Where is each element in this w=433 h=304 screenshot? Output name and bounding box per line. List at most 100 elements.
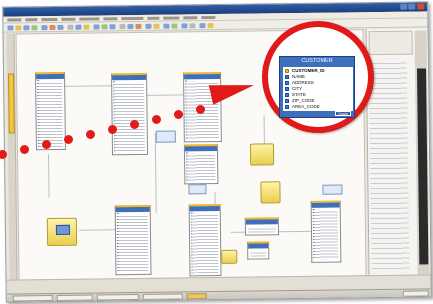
- toolbar-button-icon[interactable]: [163, 23, 170, 29]
- menu-item[interactable]: [201, 15, 216, 19]
- toolbar-button-icon[interactable]: [181, 23, 188, 29]
- entity-table-header: [248, 243, 269, 249]
- menu-item[interactable]: [79, 16, 100, 21]
- toolbar-button-icon[interactable]: [31, 25, 38, 31]
- toolbar-button-icon[interactable]: [171, 23, 178, 29]
- toolbar-button-icon[interactable]: [75, 24, 82, 30]
- entity-table[interactable]: [188, 203, 222, 277]
- relationship-note[interactable]: [322, 184, 343, 195]
- laptop-screen: [55, 224, 71, 235]
- menu-item[interactable]: [7, 17, 22, 22]
- relationship-line: [154, 132, 157, 213]
- pointer-dot: [174, 110, 183, 119]
- pointer-dot: [152, 115, 161, 124]
- panel-header: [368, 30, 413, 56]
- toolbar-button-icon[interactable]: [109, 24, 116, 30]
- column-icon: [285, 105, 289, 109]
- explorer-tab-icon[interactable]: [8, 73, 15, 134]
- entity-table-rows: [191, 212, 219, 274]
- column-icon: [285, 75, 289, 79]
- menu-item[interactable]: [163, 15, 180, 20]
- menu-item[interactable]: [147, 16, 160, 20]
- toolbar-button-icon[interactable]: [145, 23, 152, 29]
- column-icon: [285, 99, 289, 103]
- relationship-line: [48, 154, 50, 199]
- column-icon: [285, 87, 289, 91]
- entity-table[interactable]: [114, 204, 152, 276]
- toolbar-button-icon[interactable]: [49, 24, 56, 31]
- toolbar-button-icon[interactable]: [127, 24, 134, 30]
- app-screenshot-scene: CUSTOMER CUSTOMER_ID NAME ADDRESS CITY S…: [0, 0, 433, 304]
- toolbar-button-icon[interactable]: [119, 24, 126, 30]
- clock: [402, 290, 429, 297]
- toolbar-button-icon[interactable]: [41, 25, 48, 31]
- taskbar-button[interactable]: [96, 293, 139, 301]
- pointer-dot: [196, 105, 205, 114]
- entity-table-rows: [38, 80, 63, 148]
- toolbar-button-icon[interactable]: [135, 23, 142, 29]
- toolbar-button-icon[interactable]: [101, 24, 108, 30]
- entity-table-header: [184, 73, 221, 80]
- pointer-dot: [64, 135, 73, 144]
- printer-entity-icon[interactable]: [249, 143, 275, 166]
- customer-table-title: CUSTOMER: [301, 58, 333, 64]
- entity-table[interactable]: [183, 143, 219, 185]
- toolbar-button-icon[interactable]: [93, 24, 100, 30]
- database-badge-label: Oracle: [337, 112, 349, 116]
- toolbar-button-icon[interactable]: [189, 23, 196, 29]
- document-entity-icon[interactable]: [260, 181, 281, 204]
- entity-table[interactable]: [244, 217, 280, 236]
- properties-list[interactable]: [368, 58, 410, 274]
- entity-table-header: [36, 73, 65, 80]
- pointer-dot: [86, 130, 95, 139]
- toolbar-button-icon[interactable]: [67, 24, 74, 30]
- toolbar-button-icon[interactable]: [15, 25, 22, 31]
- pointer-dot: [108, 125, 117, 134]
- taskbar-button[interactable]: [142, 293, 183, 300]
- minimize-icon[interactable]: [400, 3, 408, 10]
- toolbar-button-icon[interactable]: [57, 24, 64, 30]
- menu-item[interactable]: [61, 17, 76, 21]
- entity-table[interactable]: [310, 200, 342, 263]
- pointer-dot: [130, 120, 139, 129]
- maximize-icon[interactable]: [408, 3, 416, 10]
- entity-table-rows: [117, 213, 149, 273]
- toolbar-button-icon[interactable]: [83, 24, 90, 30]
- folder-entity-icon[interactable]: [221, 249, 238, 264]
- customer-table-body: CUSTOMER_ID NAME ADDRESS CITY STATE ZIP_…: [283, 67, 353, 111]
- entity-table-header: [311, 202, 340, 208]
- toolbar-button-icon[interactable]: [153, 23, 160, 29]
- application-window: [2, 1, 432, 303]
- toolbar-button-icon[interactable]: [7, 25, 14, 31]
- taskbar-button[interactable]: [56, 294, 93, 301]
- menu-item[interactable]: [121, 16, 144, 20]
- close-icon[interactable]: [417, 3, 425, 10]
- taskbar-button[interactable]: [186, 293, 207, 300]
- relationship-note[interactable]: [188, 184, 207, 195]
- database-badge: Oracle: [335, 111, 351, 116]
- taskbar-button[interactable]: [12, 295, 53, 302]
- menu-item[interactable]: [103, 16, 118, 20]
- toolbar-button-icon[interactable]: [23, 25, 30, 31]
- field-name: AREA_CODE: [292, 104, 320, 109]
- entity-table-rows: [313, 209, 339, 260]
- menu-item[interactable]: [183, 15, 198, 19]
- menu-item[interactable]: [25, 17, 38, 21]
- entity-table[interactable]: [111, 72, 149, 156]
- menu-item[interactable]: [41, 17, 58, 21]
- toolbar-button-icon[interactable]: [207, 23, 214, 29]
- toolbar-button-icon[interactable]: [199, 23, 206, 29]
- entity-table-header: [112, 74, 147, 81]
- properties-panel[interactable]: [365, 28, 431, 278]
- customer-table[interactable]: CUSTOMER CUSTOMER_ID NAME ADDRESS CITY S…: [279, 56, 355, 118]
- entity-table[interactable]: [247, 241, 270, 260]
- status-bar: [6, 274, 431, 302]
- entity-table-rows: [114, 81, 145, 153]
- entity-table[interactable]: [35, 71, 66, 151]
- laptop-entity-icon[interactable]: [46, 217, 78, 247]
- entity-table-rows: [247, 226, 276, 233]
- table-row: AREA_CODE: [285, 104, 320, 110]
- entity-table-header: [115, 206, 150, 213]
- entity-table-rows: [187, 153, 216, 182]
- relationship-note[interactable]: [155, 130, 176, 143]
